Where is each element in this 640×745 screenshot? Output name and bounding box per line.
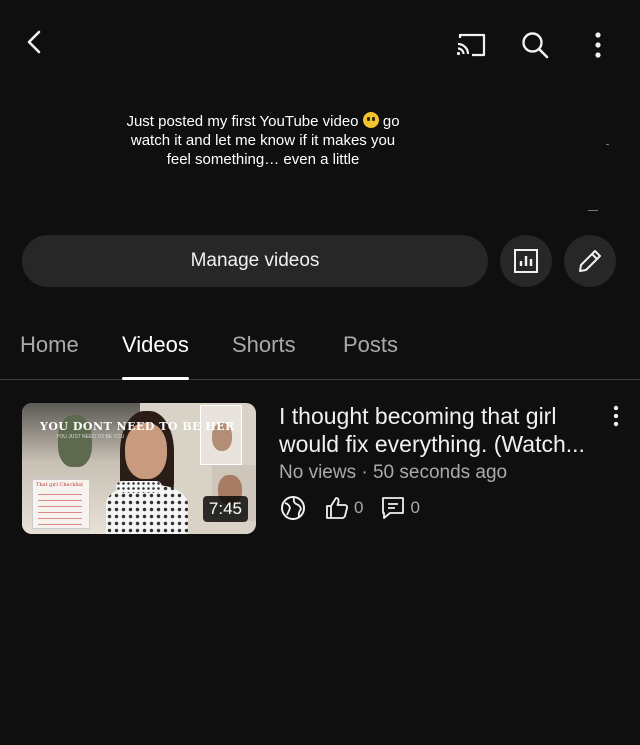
back-button[interactable] <box>14 22 54 62</box>
bio-line-2: watch it and let me know if it makes you <box>130 132 396 149</box>
bio-line-1-end: go <box>382 113 400 130</box>
video-duration-badge: 7:45 <box>202 496 248 522</box>
top-bar <box>0 0 640 90</box>
cast-icon <box>456 33 486 57</box>
video-title[interactable]: I thought becoming that girl would fix e… <box>279 402 599 458</box>
pencil-icon <box>579 250 601 272</box>
analytics-icon <box>514 249 538 273</box>
tab-posts[interactable]: Posts <box>343 332 398 380</box>
more-vertical-icon <box>595 32 601 58</box>
thumbnail-checklist: That girl Checklist <box>32 479 90 529</box>
channel-tabs: Home Videos Shorts Posts <box>0 322 640 380</box>
cast-button[interactable] <box>450 24 492 66</box>
like-count: 0 <box>354 498 364 517</box>
chevron-left-icon <box>27 30 41 54</box>
search-icon <box>522 32 549 59</box>
thumbnail-headline: YOU DONT NEED TO BE HER <box>40 420 235 433</box>
globe-icon <box>279 494 307 522</box>
video-stats: 0 0 <box>279 494 420 522</box>
video-menu-button[interactable] <box>604 402 628 430</box>
more-vertical-icon <box>613 405 619 427</box>
bio-line-3: feel something… even a little <box>166 151 360 168</box>
comment-count: 0 <box>410 498 420 517</box>
video-list-item[interactable]: That girl Checklist YOU DONT NEED TO BE … <box>0 394 640 544</box>
channel-description: Just posted my first YouTube video go wa… <box>100 112 426 169</box>
thumbs-up-icon[interactable] <box>323 494 351 522</box>
analytics-button[interactable] <box>500 235 552 287</box>
manage-videos-button[interactable]: Manage videos <box>22 235 488 287</box>
thumbnail-subline: YOU JUST NEED TO BE YOU <box>56 434 125 440</box>
video-thumbnail[interactable]: That girl Checklist YOU DONT NEED TO BE … <box>22 403 256 534</box>
video-metadata: No views · 50 seconds ago <box>279 462 508 483</box>
edit-channel-button[interactable] <box>564 235 616 287</box>
more-options-button[interactable] <box>580 24 616 66</box>
tab-videos[interactable]: Videos <box>122 332 189 380</box>
pleading-face-emoji <box>362 112 379 128</box>
bio-line-1: Just posted my first YouTube video <box>126 113 359 130</box>
search-button[interactable] <box>514 24 556 66</box>
speck-decoration <box>606 144 609 145</box>
speck-decoration <box>588 210 598 211</box>
comment-icon[interactable] <box>379 494 407 522</box>
tab-home[interactable]: Home <box>20 332 79 380</box>
tab-shorts[interactable]: Shorts <box>232 332 296 380</box>
